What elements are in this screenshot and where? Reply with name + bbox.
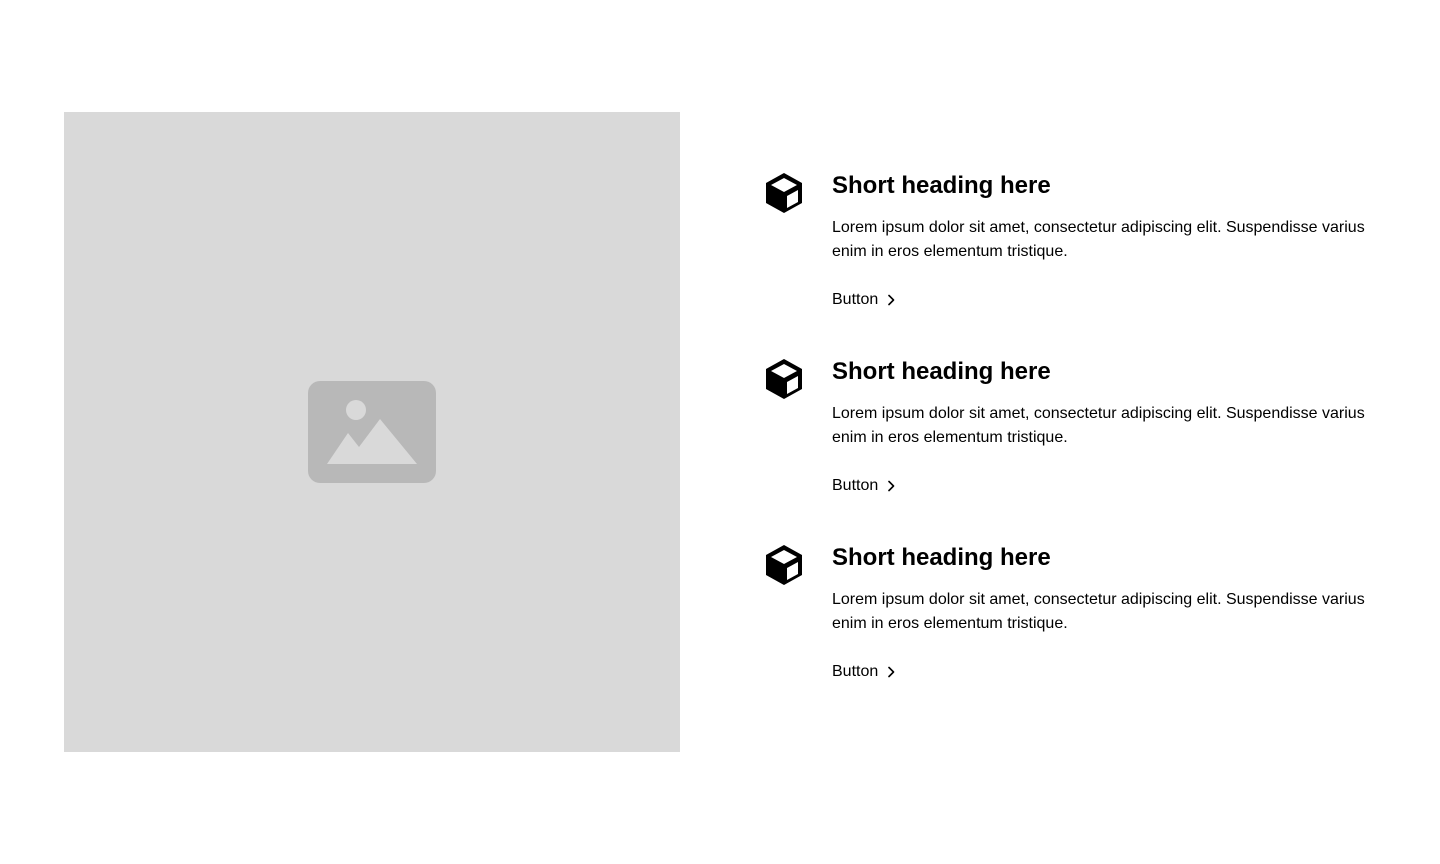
feature-section: Short heading here Lorem ipsum dolor sit… — [0, 0, 1440, 864]
feature-button-label: Button — [832, 663, 879, 680]
feature-body: Lorem ipsum dolor sit amet, consectetur … — [832, 591, 1365, 632]
cube-icon — [766, 359, 802, 399]
feature-item: Short heading here Lorem ipsum dolor sit… — [764, 172, 1376, 358]
feature-content: Short heading here Lorem ipsum dolor sit… — [832, 172, 1376, 312]
cube-icon — [766, 545, 802, 585]
chevron-right-icon — [888, 294, 895, 306]
feature-list: Short heading here Lorem ipsum dolor sit… — [764, 172, 1376, 730]
feature-heading: Short heading here — [832, 544, 1051, 571]
feature-button-label: Button — [832, 291, 879, 308]
feature-heading: Short heading here — [832, 172, 1051, 199]
feature-body: Lorem ipsum dolor sit amet, consectetur … — [832, 405, 1365, 446]
feature-button[interactable]: Button — [832, 660, 898, 684]
feature-item: Short heading here Lorem ipsum dolor sit… — [764, 358, 1376, 544]
image-placeholder — [64, 112, 680, 752]
feature-item: Short heading here Lorem ipsum dolor sit… — [764, 544, 1376, 730]
feature-heading: Short heading here — [832, 358, 1051, 385]
feature-body: Lorem ipsum dolor sit amet, consectetur … — [832, 219, 1365, 260]
feature-button[interactable]: Button — [832, 288, 898, 312]
feature-content: Short heading here Lorem ipsum dolor sit… — [832, 358, 1376, 498]
chevron-right-icon — [888, 666, 895, 678]
feature-button[interactable]: Button — [832, 474, 898, 498]
image-placeholder-icon — [308, 381, 436, 483]
feature-button-label: Button — [832, 477, 879, 494]
cube-icon — [766, 173, 802, 213]
feature-content: Short heading here Lorem ipsum dolor sit… — [832, 544, 1376, 684]
chevron-right-icon — [888, 480, 895, 492]
